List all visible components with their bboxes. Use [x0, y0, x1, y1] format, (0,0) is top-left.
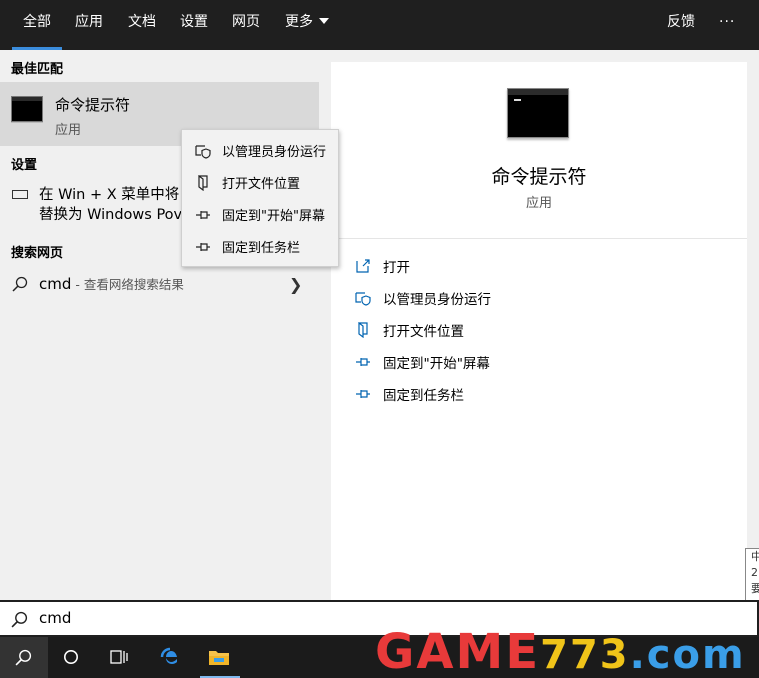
tooltip-line3: 要: [751, 581, 759, 597]
ctx-open-file-location-label: 打开文件位置: [222, 177, 301, 192]
task-view-icon: [110, 650, 128, 664]
ctx-open-file-location[interactable]: 打开文件位置: [182, 166, 340, 198]
setting-item-text: 在 Win + X 菜单中将 替换为 Windows Pov: [39, 185, 182, 225]
tab-all-label: 全部: [23, 14, 51, 30]
file-explorer-button[interactable]: [196, 637, 244, 678]
task-view-button[interactable]: [96, 637, 144, 678]
pin-icon: [196, 211, 210, 219]
feedback-button[interactable]: 反馈: [667, 0, 695, 50]
cortana-button[interactable]: [48, 637, 96, 678]
taskbar-search-button[interactable]: [0, 637, 48, 678]
tab-more[interactable]: 更多: [285, 0, 329, 50]
shield-icon: [355, 292, 371, 306]
tab-apps[interactable]: 应用: [75, 0, 103, 50]
action-run-as-admin-label: 以管理员身份运行: [383, 292, 491, 308]
action-open[interactable]: 打开: [331, 252, 747, 284]
search-filter-bar: 全部 应用 文档 设置 网页 更多 反馈 ···: [0, 0, 759, 50]
action-pin-to-start[interactable]: 固定到"开始"屏幕: [331, 348, 747, 380]
keyboard-icon: [12, 190, 28, 199]
tooltip-line1: 中: [751, 549, 759, 565]
action-run-as-admin[interactable]: 以管理员身份运行: [331, 284, 747, 316]
pin-icon: [196, 243, 210, 251]
web-search-suffix: - 查看网络搜索结果: [71, 277, 184, 292]
search-icon: [11, 611, 28, 628]
tab-apps-label: 应用: [75, 14, 103, 30]
edge-button[interactable]: [146, 637, 194, 678]
best-match-subtitle: 应用: [55, 123, 82, 138]
watermark-part1: GAME: [375, 624, 541, 678]
file-icon: [358, 322, 368, 338]
search-input[interactable]: cmd: [39, 609, 71, 627]
command-prompt-icon: [11, 96, 43, 122]
context-menu: 以管理员身份运行 打开文件位置 固定到"开始"屏幕 固定到任务栏: [181, 129, 339, 267]
preview-subtitle: 应用: [525, 196, 552, 211]
tooltip-line2: 2:: [751, 566, 759, 579]
chevron-down-icon: [319, 18, 329, 24]
tab-settings-label: 设置: [180, 14, 208, 30]
command-prompt-large-icon: [507, 88, 569, 138]
action-pin-to-taskbar-label: 固定到任务栏: [383, 388, 464, 404]
settings-heading: 设置: [11, 158, 38, 173]
tab-documents[interactable]: 文档: [128, 0, 156, 50]
web-search-heading: 搜索网页: [11, 246, 64, 261]
action-pin-to-taskbar[interactable]: 固定到任务栏: [331, 380, 747, 412]
ctx-run-as-admin-label: 以管理员身份运行: [222, 145, 327, 160]
pin-icon: [356, 390, 370, 398]
ctx-pin-to-taskbar[interactable]: 固定到任务栏: [182, 230, 340, 262]
ctx-pin-to-start-label: 固定到"开始"屏幕: [222, 209, 325, 224]
open-icon: [356, 259, 370, 273]
pin-icon: [356, 358, 370, 366]
tab-more-label: 更多: [285, 14, 313, 30]
best-match-title: 命令提示符: [55, 96, 131, 114]
web-search-text: cmd - 查看网络搜索结果: [39, 274, 184, 293]
web-search-item[interactable]: cmd - 查看网络搜索结果 ❯: [0, 270, 319, 298]
search-icon: [15, 649, 32, 666]
watermark-logo: GAME773.com: [375, 626, 746, 678]
ctx-run-as-admin[interactable]: 以管理员身份运行: [182, 134, 340, 166]
watermark-part2: 773: [540, 632, 630, 678]
tab-web-label: 网页: [232, 14, 260, 30]
tab-all[interactable]: 全部: [12, 0, 62, 50]
action-pin-to-start-label: 固定到"开始"屏幕: [383, 356, 490, 372]
chevron-right-icon[interactable]: ❯: [289, 275, 302, 294]
ctx-pin-to-taskbar-label: 固定到任务栏: [222, 241, 301, 256]
web-search-query: cmd: [39, 275, 72, 293]
action-open-file-location[interactable]: 打开文件位置: [331, 316, 747, 348]
divider: [331, 238, 747, 239]
preview-pane: 命令提示符 应用 打开 以管理员身份运行 打开文件位置 固定到"开始"屏幕 固定…: [331, 62, 747, 600]
best-match-heading: 最佳匹配: [11, 62, 64, 77]
more-options-button[interactable]: ···: [719, 0, 735, 50]
tab-settings[interactable]: 设置: [180, 0, 208, 50]
preview-title: 命令提示符: [491, 166, 587, 188]
action-open-file-location-label: 打开文件位置: [383, 324, 464, 340]
cortana-icon: [64, 650, 78, 664]
tab-web[interactable]: 网页: [232, 0, 260, 50]
ctx-pin-to-start[interactable]: 固定到"开始"屏幕: [182, 198, 340, 230]
more-options-icon: ···: [719, 14, 736, 30]
edge-icon: [160, 647, 177, 664]
tab-documents-label: 文档: [128, 14, 156, 30]
folder-icon: [209, 651, 229, 665]
search-icon: [12, 276, 28, 292]
setting-item-line2: 替换为 Windows Pov: [39, 207, 183, 223]
setting-item-line1: 在 Win + X 菜单中将: [39, 187, 180, 203]
feedback-label: 反馈: [667, 14, 695, 30]
shield-icon: [195, 145, 211, 159]
action-open-label: 打开: [383, 260, 410, 276]
file-icon: [198, 175, 208, 191]
watermark-part3: .com: [629, 632, 746, 678]
